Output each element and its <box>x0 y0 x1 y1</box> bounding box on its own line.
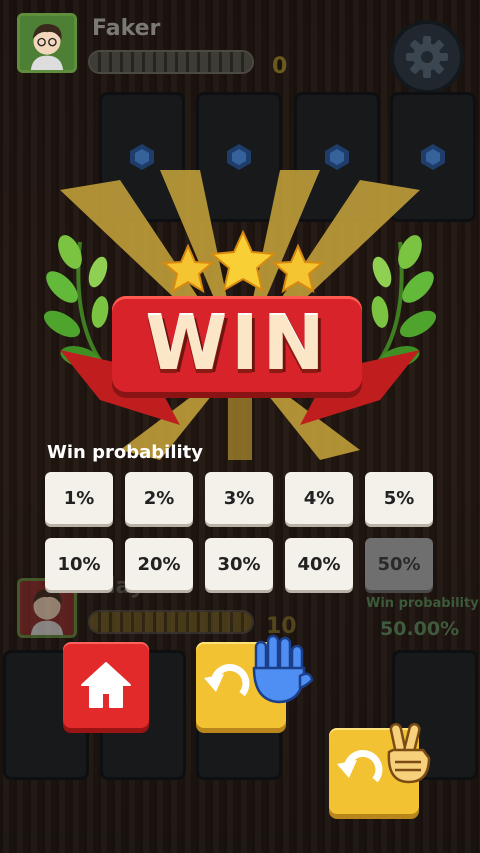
probability-option-1[interactable]: 1% <box>45 472 113 524</box>
player-win-probability-value: 50.00% <box>380 618 460 640</box>
opponent-avatar <box>17 13 77 73</box>
probability-option-10[interactable]: 10% <box>45 538 113 590</box>
probability-option-20[interactable]: 20% <box>125 538 193 590</box>
card-back-gem-icon <box>130 144 154 170</box>
star-icon <box>161 243 215 294</box>
star-icon <box>271 243 325 294</box>
card-back-gem-icon <box>325 144 349 170</box>
probability-option-40[interactable]: 40% <box>285 538 353 590</box>
three-stars <box>161 229 325 294</box>
scissors-hand-icon <box>387 722 431 784</box>
probability-option-30[interactable]: 30% <box>205 538 273 590</box>
probability-option-2[interactable]: 2% <box>125 472 193 524</box>
win-title: WIN <box>145 301 329 387</box>
home-icon <box>81 662 131 708</box>
probability-option-50[interactable]: 50% <box>365 538 433 590</box>
settings-button[interactable] <box>390 20 464 94</box>
retry-scissors-button[interactable] <box>329 722 431 814</box>
paper-hand-icon <box>252 634 314 704</box>
star-icon <box>209 229 277 293</box>
gear-icon <box>406 36 448 78</box>
card-back-gem-icon <box>421 144 445 170</box>
opponent-health-bar <box>88 50 254 74</box>
card-back-gem-icon <box>227 144 251 170</box>
probability-option-5[interactable]: 5% <box>365 472 433 524</box>
player-health-bar <box>88 610 254 634</box>
opponent-name: Faker <box>92 16 161 41</box>
player-win-probability-label: Win probability <box>366 596 479 611</box>
win-probability-label: Win probability <box>47 442 203 463</box>
retry-paper-button[interactable] <box>196 634 314 728</box>
probability-option-3[interactable]: 3% <box>205 472 273 524</box>
home-button[interactable] <box>63 642 149 728</box>
opponent-score: 0 <box>272 54 288 79</box>
probability-option-4[interactable]: 4% <box>285 472 353 524</box>
